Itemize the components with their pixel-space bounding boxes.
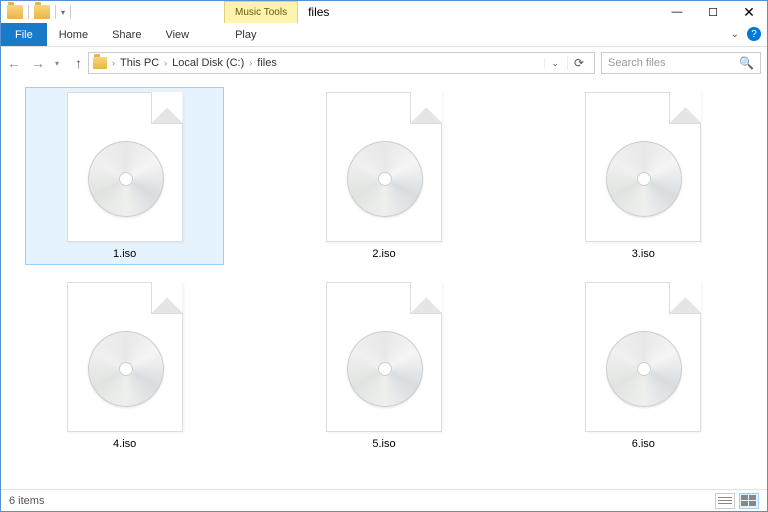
quick-access-toolbar: ▾ [1,5,74,19]
file-pane[interactable]: 1.iso 2.iso 3.iso 4.iso 5.iso 6.iso [1,79,767,489]
iso-file-icon [326,92,442,242]
breadcrumb-root[interactable]: This PC [120,57,159,69]
nav-arrows: ← → ▾ ↑ [7,55,82,71]
help-icon[interactable]: ? [747,27,761,41]
window-controls: ― ☐ ✕ [659,1,767,23]
navigation-bar: ← → ▾ ↑ › This PC › Local Disk (C:) › fi… [1,47,767,79]
expand-ribbon-icon[interactable]: ⌄ [731,29,739,40]
qat-customize-icon[interactable]: ▾ [61,8,65,17]
address-history-icon[interactable]: ⌄ [544,58,565,69]
forward-button[interactable]: → [31,55,45,71]
file-item[interactable]: 5.iso [284,277,483,455]
chevron-right-icon[interactable]: › [161,58,170,68]
up-button[interactable]: ↑ [75,55,82,71]
disc-icon [606,331,682,407]
search-placeholder: Search files [608,57,665,69]
ribbon-tabs: File Home Share View Play ⌄ ? [1,23,767,47]
qat-separator [55,5,56,19]
title-bar: ▾ Music Tools files ― ☐ ✕ [1,1,767,23]
status-bar: 6 items [1,489,767,511]
tab-view[interactable]: View [153,23,201,46]
tab-file[interactable]: File [1,23,47,46]
file-name: 2.iso [372,248,395,260]
file-name: 3.iso [632,248,655,260]
iso-file-icon [326,282,442,432]
chevron-right-icon[interactable]: › [246,58,255,68]
tab-play[interactable]: Play [223,23,268,46]
disc-icon [347,141,423,217]
maximize-button[interactable]: ☐ [695,1,731,23]
qat-separator [28,5,29,19]
qat-open-folder-icon[interactable] [34,5,50,19]
ribbon-right-controls: ⌄ ? [731,27,761,41]
disc-icon [88,331,164,407]
file-item[interactable]: 3.iso [544,87,743,265]
file-item[interactable]: 2.iso [284,87,483,265]
qat-separator [70,5,71,19]
location-icon [93,57,107,69]
tab-share[interactable]: Share [100,23,153,46]
app-icon[interactable] [7,5,23,19]
chevron-right-icon[interactable]: › [109,58,118,68]
file-item[interactable]: 1.iso [25,87,224,265]
file-item[interactable]: 6.iso [544,277,743,455]
disc-icon [606,141,682,217]
file-grid: 1.iso 2.iso 3.iso 4.iso 5.iso 6.iso [1,79,767,463]
file-name: 5.iso [372,438,395,450]
tab-home[interactable]: Home [47,23,100,46]
file-name: 1.iso [113,248,136,260]
address-bar[interactable]: › This PC › Local Disk (C:) › files ⌄ ⟳ [88,52,595,74]
details-view-button[interactable] [715,493,735,509]
iso-file-icon [585,282,701,432]
disc-icon [347,331,423,407]
window-title: files [298,1,339,23]
search-icon: 🔍 [739,56,754,70]
close-button[interactable]: ✕ [731,1,767,23]
search-input[interactable]: Search files 🔍 [601,52,761,74]
large-icons-view-button[interactable] [739,493,759,509]
breadcrumb-folder[interactable]: files [257,57,277,69]
breadcrumb-drive[interactable]: Local Disk (C:) [172,57,244,69]
iso-file-icon [67,282,183,432]
minimize-button[interactable]: ― [659,1,695,23]
iso-file-icon [67,92,183,242]
item-count: 6 items [9,495,44,507]
file-item[interactable]: 4.iso [25,277,224,455]
recent-locations-icon[interactable]: ▾ [55,59,59,68]
iso-file-icon [585,92,701,242]
file-name: 6.iso [632,438,655,450]
back-button[interactable]: ← [7,55,21,71]
view-switcher [715,493,759,509]
disc-icon [88,141,164,217]
refresh-icon[interactable]: ⟳ [567,56,590,70]
file-name: 4.iso [113,438,136,450]
contextual-tab-group: Music Tools files [224,1,339,23]
context-tab-music-tools[interactable]: Music Tools [224,1,298,23]
